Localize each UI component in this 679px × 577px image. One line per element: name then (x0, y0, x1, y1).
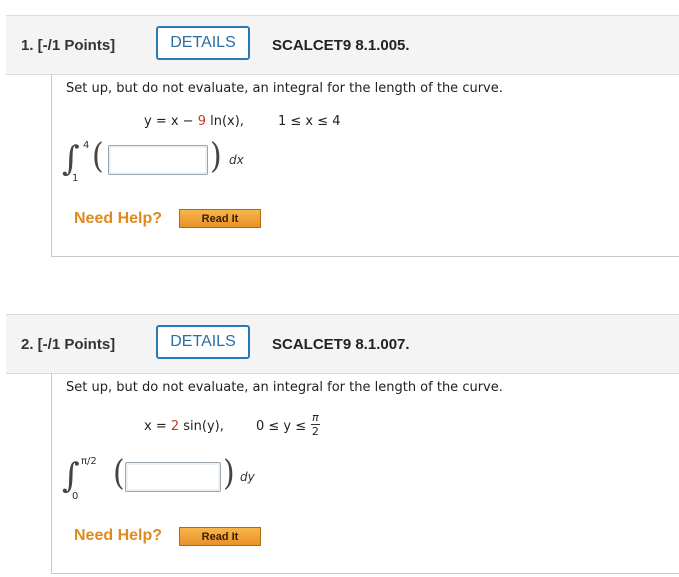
close-paren: ) (210, 136, 222, 177)
upper-limit: π/2 (81, 456, 97, 467)
need-help-label: Need Help? (74, 527, 163, 544)
question-1-body: Set up, but do not evaluate, an integral… (51, 74, 679, 257)
question-number: 1. [-/1 Points] (21, 37, 116, 54)
fraction-denominator: 2 (311, 425, 319, 438)
read-it-button[interactable]: Read It (179, 209, 261, 228)
read-it-button[interactable]: Read It (179, 527, 261, 546)
question-2-body: Set up, but do not evaluate, an integral… (51, 373, 679, 574)
differential: dx (229, 153, 244, 167)
open-paren: ( (92, 136, 104, 177)
details-button[interactable]: DETAILS (156, 325, 250, 359)
equation-rest: sin(y), (179, 419, 224, 434)
equation-lhs: y = x − (144, 114, 198, 129)
range-fraction: π 2 (311, 411, 320, 438)
question-2-header: 2. [-/1 Points] DETAILS SCALCET9 8.1.007… (6, 314, 679, 374)
curve-equation: y = x − 9 ln(x), (144, 114, 244, 129)
lower-limit: 0 (72, 491, 79, 502)
question-number: 2. [-/1 Points] (21, 336, 116, 353)
close-paren: ) (223, 453, 235, 494)
lower-limit: 1 (72, 173, 79, 184)
fraction-numerator: π (311, 411, 320, 425)
question-code: SCALCET9 8.1.007. (272, 336, 410, 353)
equation-coefficient: 9 (197, 114, 206, 129)
answer-input[interactable] (125, 462, 221, 492)
question-prompt: Set up, but do not evaluate, an integral… (66, 380, 503, 395)
integral-sign: ∫ (62, 456, 80, 496)
answer-input[interactable] (108, 145, 208, 175)
equation-coefficient: 2 (170, 419, 180, 434)
question-prompt: Set up, but do not evaluate, an integral… (66, 81, 503, 96)
equation-lhs: x = (144, 419, 171, 434)
details-button[interactable]: DETAILS (156, 26, 250, 60)
need-help-label: Need Help? (74, 210, 163, 227)
curve-range: 1 ≤ x ≤ 4 (278, 114, 341, 129)
differential: dy (240, 470, 255, 484)
upper-limit: 4 (83, 140, 90, 151)
equation-rest: ln(x), (205, 114, 244, 129)
question-1-header: 1. [-/1 Points] DETAILS SCALCET9 8.1.005… (6, 15, 679, 75)
integral-sign: ∫ (62, 139, 80, 179)
open-paren: ( (113, 453, 125, 494)
curve-range-prefix: 0 ≤ y ≤ (256, 419, 307, 434)
curve-equation: x = 2 sin(y), (144, 419, 224, 434)
question-code: SCALCET9 8.1.005. (272, 37, 410, 54)
